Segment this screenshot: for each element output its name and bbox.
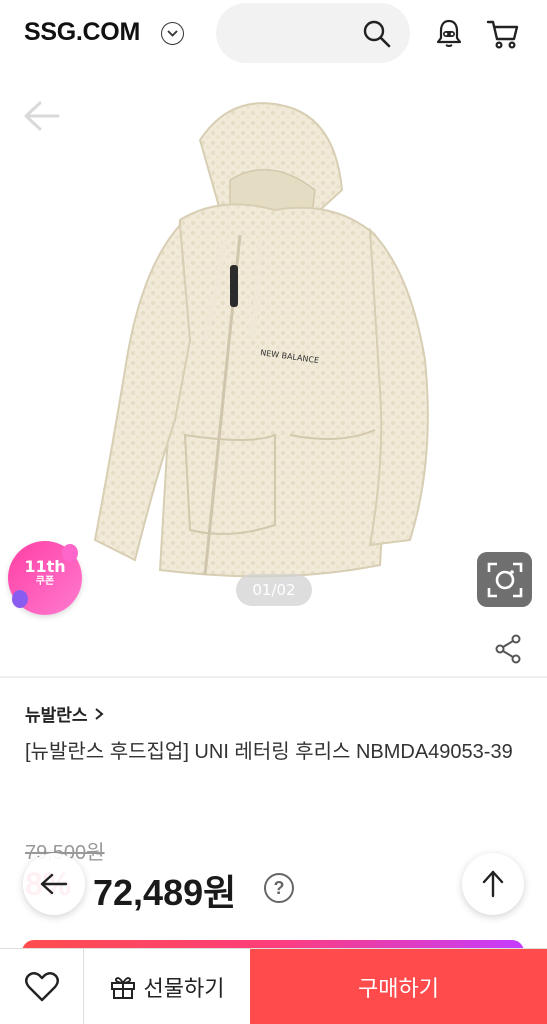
product-title: [뉴발란스 후드집업] UNI 레터링 후리스 NBMDA49053-39 bbox=[25, 741, 513, 763]
brand-link[interactable]: 뉴발란스 bbox=[25, 701, 104, 726]
divider bbox=[0, 676, 547, 678]
coupon-badge-label: 쿠폰 bbox=[35, 576, 55, 587]
header: SSG.COM bbox=[0, 0, 547, 66]
share-icon[interactable] bbox=[494, 634, 522, 668]
gift-button[interactable]: 선물하기 bbox=[84, 949, 250, 1024]
camera-lens-icon bbox=[487, 562, 522, 597]
search-icon[interactable] bbox=[362, 19, 392, 53]
buy-button[interactable]: 구매하기 bbox=[250, 949, 547, 1024]
product-image: NEW BALANCE bbox=[93, 102, 429, 578]
scroll-top-button[interactable] bbox=[462, 853, 524, 915]
ssg-logo[interactable]: SSG.COM bbox=[24, 18, 140, 47]
heart-icon bbox=[24, 972, 59, 1002]
back-arrow-icon[interactable] bbox=[22, 100, 60, 136]
sale-price: 72,489원 bbox=[93, 872, 237, 913]
search-input[interactable] bbox=[216, 3, 410, 63]
gift-icon bbox=[110, 977, 135, 999]
brand-name: 뉴발란스 bbox=[25, 706, 88, 726]
bottom-action-bar: 선물하기 구매하기 bbox=[0, 948, 547, 1024]
arrow-up-icon bbox=[482, 870, 504, 898]
cart-icon[interactable] bbox=[486, 18, 520, 54]
back-button[interactable] bbox=[23, 853, 85, 915]
chevron-right-icon bbox=[94, 707, 104, 720]
notification-bell-icon[interactable] bbox=[434, 18, 464, 52]
price-help-icon[interactable]: ? bbox=[264, 873, 294, 903]
balloon-decoration bbox=[62, 544, 78, 562]
like-button[interactable] bbox=[0, 949, 84, 1024]
balloon-decoration bbox=[12, 590, 28, 608]
gift-label: 선물하기 bbox=[143, 977, 225, 1002]
product-gallery[interactable]: NEW BALANCE 11th 쿠폰 01/02 bbox=[0, 66, 547, 678]
image-search-button[interactable] bbox=[477, 552, 532, 607]
image-pager: 01/02 bbox=[236, 574, 312, 606]
arrow-left-icon bbox=[40, 873, 68, 895]
chevron-down-icon[interactable] bbox=[161, 22, 184, 45]
